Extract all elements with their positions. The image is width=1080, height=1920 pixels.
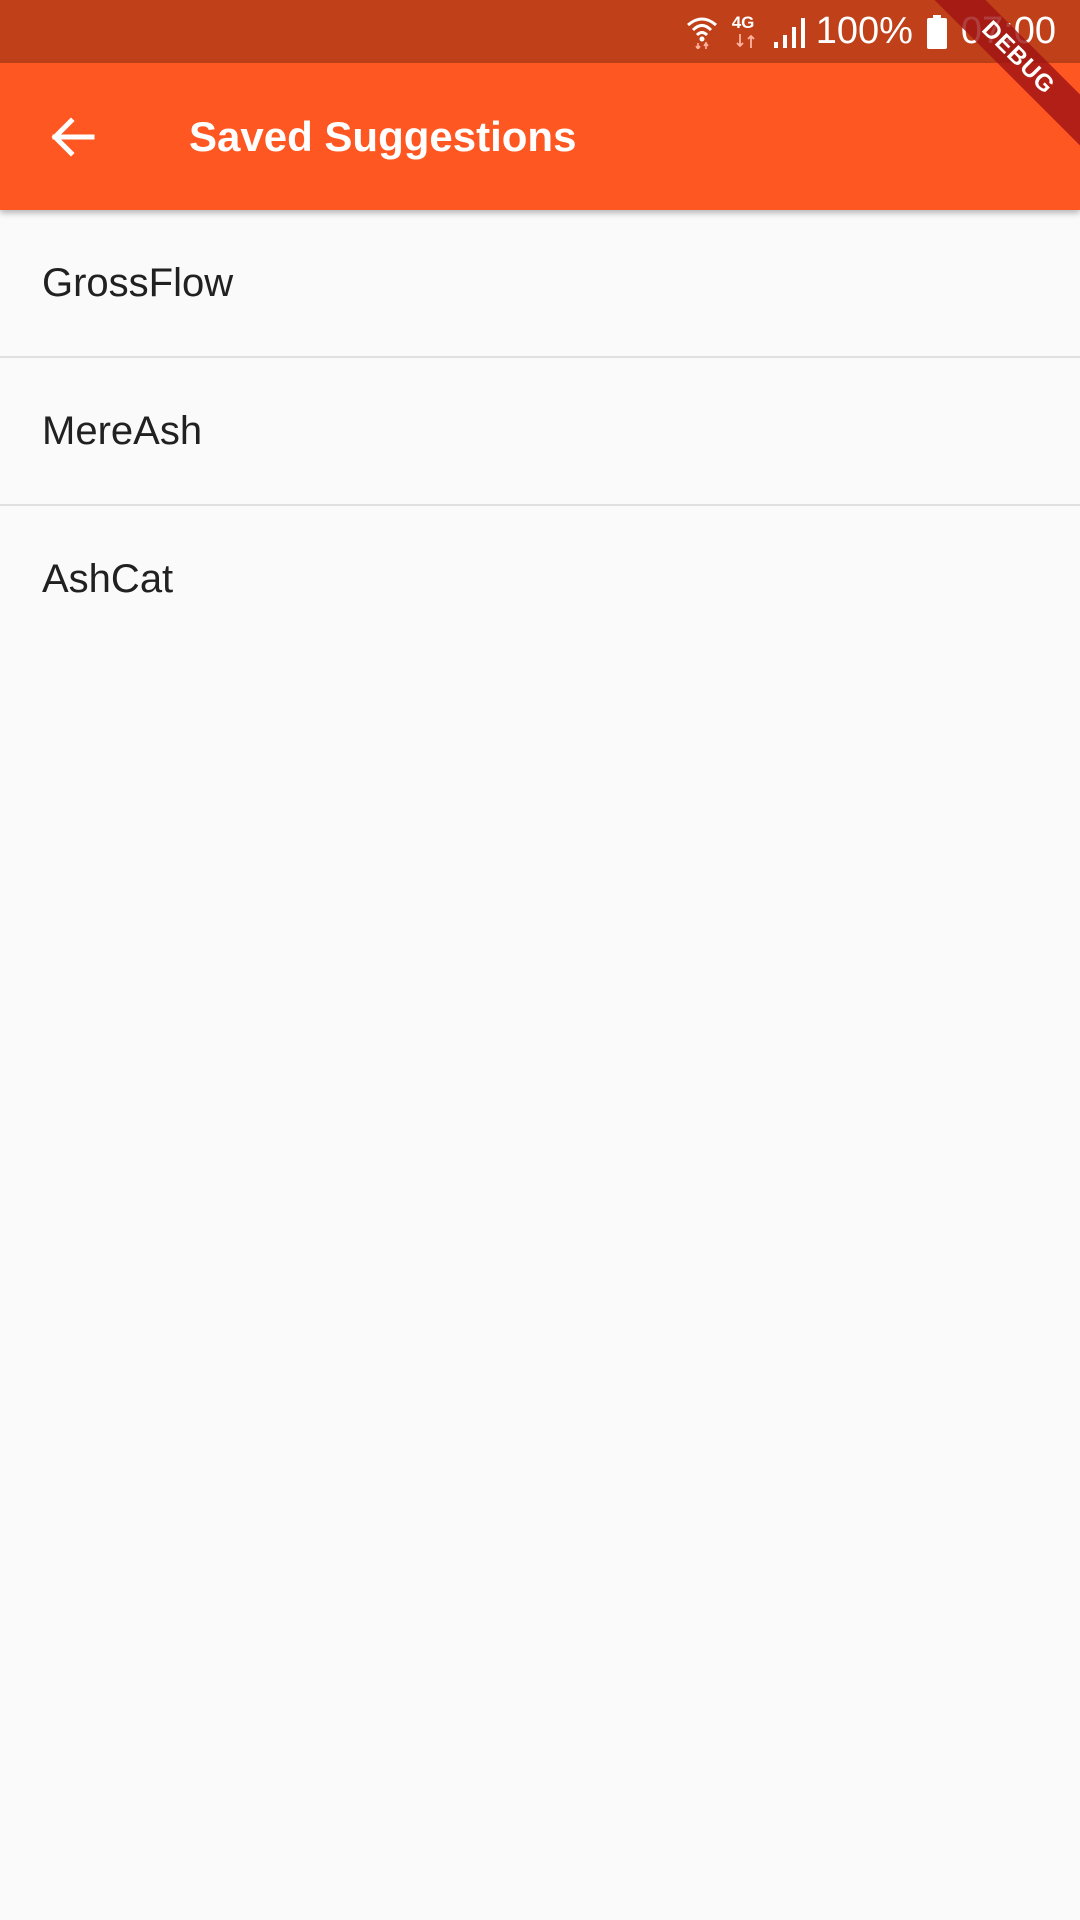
- status-bar: 4G 100% 07:00: [0, 0, 1080, 63]
- clock: 07:00: [960, 10, 1056, 52]
- saved-suggestions-list: GrossFlow MereAsh AshCat: [0, 210, 1080, 652]
- list-item-label: MereAsh: [42, 409, 203, 453]
- battery-icon: [926, 14, 947, 49]
- signal-icon: [773, 16, 806, 48]
- wifi-icon: [686, 15, 718, 49]
- page-title: Saved Suggestions: [189, 113, 577, 160]
- mobile-data-icon: 4G: [731, 12, 760, 50]
- battery-percentage: 100%: [815, 10, 913, 52]
- back-button[interactable]: [26, 91, 118, 183]
- list-item-label: AshCat: [42, 557, 174, 601]
- list-item-label: GrossFlow: [42, 261, 234, 305]
- arrow-back-icon: [51, 117, 95, 157]
- list-item[interactable]: GrossFlow: [0, 210, 1080, 356]
- list-item[interactable]: AshCat: [0, 506, 1080, 652]
- status-icons: 4G 100% 07:00: [686, 0, 1056, 63]
- app-bar: Saved Suggestions: [0, 63, 1080, 210]
- list-item[interactable]: MereAsh: [0, 358, 1080, 504]
- network-type: 4G: [731, 12, 755, 32]
- data-arrows-icon: [736, 33, 755, 48]
